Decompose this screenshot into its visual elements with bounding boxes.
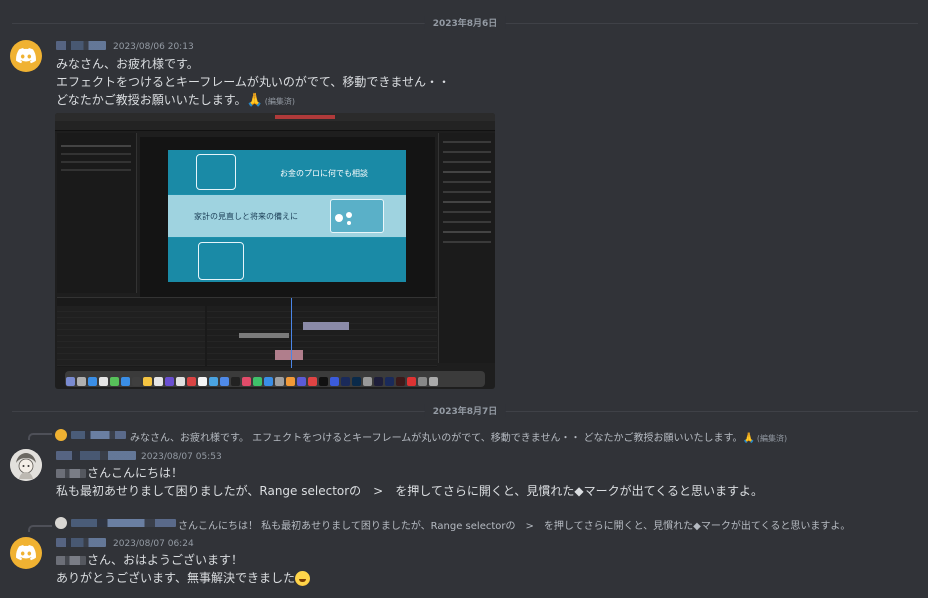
image-attachment[interactable]: お金のプロに何でも相談 家計の見直しと将来の備えに	[55, 113, 495, 389]
avatar[interactable]	[10, 449, 42, 481]
edited-label: (編集済)	[756, 434, 788, 443]
attachment-dock	[65, 371, 485, 387]
date-divider-label: 2023年8月7日	[424, 404, 506, 417]
attachment-timeline	[57, 297, 437, 368]
attachment-project-panel	[57, 133, 137, 293]
grinning-sweat-emoji-icon	[295, 571, 311, 586]
reply-username-blurred[interactable]	[71, 519, 176, 527]
avatar[interactable]	[10, 537, 42, 569]
reply-username-blurred[interactable]	[71, 431, 126, 439]
message-line-text: さんこんにちは！	[87, 466, 184, 480]
avatar[interactable]	[10, 40, 42, 72]
comp-text: 家計の見直しと将来の備えに	[194, 212, 298, 221]
reply-connector	[28, 525, 52, 532]
date-divider-aug7: 2023年8月7日	[12, 404, 918, 417]
anime-avatar-icon	[10, 449, 42, 481]
date-divider-aug6: 2023年8月6日	[12, 16, 918, 29]
message-line: みなさん、お疲れ様です。	[56, 57, 199, 71]
discord-logo-icon	[16, 545, 36, 561]
comp-card-illustration	[330, 199, 384, 233]
timeline-bar	[303, 322, 349, 330]
pray-emoji-icon: 🙏	[742, 433, 755, 444]
comp-text: お金のプロに何でも相談	[280, 169, 368, 178]
reply-preview-text: みなさん、お疲れ様です。 エフェクトをつけるとキーフレームが丸いのがでて、移動で…	[130, 433, 743, 444]
timeline-bar	[275, 350, 303, 360]
message-timestamp: 2023/08/07 06:24	[113, 539, 194, 549]
attachment-menubar	[55, 113, 495, 121]
reply-preview[interactable]: みなさん、お疲れ様です。 エフェクトをつけるとキーフレームが丸いのがでて、移動で…	[130, 429, 787, 444]
comp-illustration	[196, 154, 236, 190]
discord-logo-icon	[16, 48, 36, 64]
message-line: ありがとうございます、無事解決できました	[56, 570, 311, 587]
reply-avatar-icon	[55, 429, 67, 441]
message-line: エフェクトをつけるとキーフレームが丸いのがでて、移動できません・・	[56, 75, 450, 89]
timeline-bar	[239, 333, 289, 338]
pray-emoji-icon: 🙏	[246, 93, 263, 108]
message-line: さん、おはようございます！	[56, 552, 243, 569]
message-line-text: さん、おはようございます！	[87, 553, 244, 567]
message-timestamp: 2023/08/07 05:53	[141, 452, 222, 462]
message-line: さんこんにちは！	[56, 465, 183, 482]
message-line: 私も最初あせりまして困りましたが、Range selectorの > を押してさ…	[56, 484, 764, 498]
attachment-toolbar	[55, 121, 495, 131]
edited-label: (編集済)	[264, 97, 295, 106]
message-timestamp: 2023/08/06 20:13	[113, 42, 194, 52]
mention-blurred	[56, 556, 86, 565]
mention-blurred	[56, 469, 86, 478]
reply-connector	[28, 433, 52, 440]
timeline-layers	[57, 306, 205, 366]
reply-avatar-icon	[55, 517, 67, 529]
reply-preview[interactable]: さんこんにちは！ 私も最初あせりまして困りましたが、Range selector…	[178, 517, 850, 532]
comp-illustration	[198, 242, 244, 280]
message-line-text: ありがとうございます、無事解決できました	[56, 571, 296, 585]
message-line: どなたかご教授お願いいたします。🙏 (編集済)	[56, 92, 295, 110]
username-blurred[interactable]	[56, 41, 106, 50]
attachment-composition: お金のプロに何でも相談 家計の見直しと将来の備えに	[168, 150, 406, 282]
date-divider-label: 2023年8月6日	[424, 16, 506, 29]
username-blurred[interactable]	[56, 538, 106, 547]
timeline-playhead	[291, 298, 292, 368]
username-blurred[interactable]	[56, 451, 136, 460]
attachment-properties-panel	[438, 133, 495, 363]
message-line-text: どなたかご教授お願いいたします。	[56, 93, 247, 107]
